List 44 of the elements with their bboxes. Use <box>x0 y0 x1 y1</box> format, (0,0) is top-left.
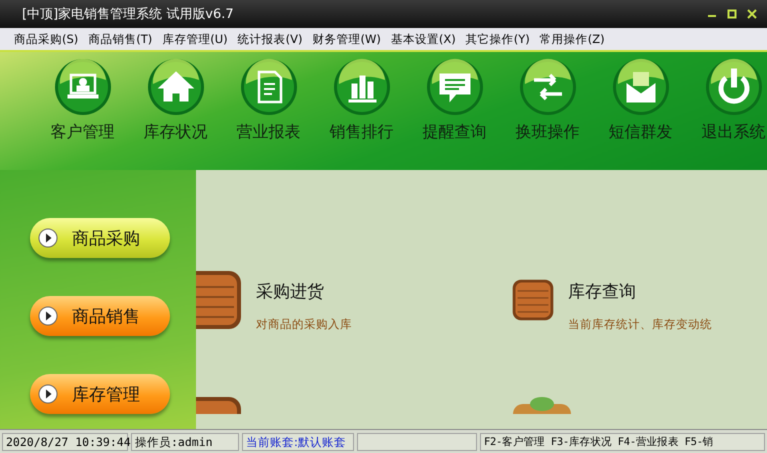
status-text: 操作员:admin <box>131 432 239 450</box>
toolbar-button[interactable]: 提醒查询 <box>410 58 499 170</box>
window-title: [中顶]家电销售管理系统 试用版v6.7 <box>22 6 234 23</box>
toolbar-button[interactable]: 库存状况 <box>131 58 220 170</box>
crate-icon <box>196 396 242 414</box>
menu-item[interactable]: 其它操作(Y) <box>466 32 530 46</box>
play-icon <box>38 306 58 326</box>
power-icon <box>704 58 762 116</box>
toolbar-button[interactable]: 客户管理 <box>38 58 127 170</box>
toolbar-button[interactable]: 换班操作 <box>503 58 592 170</box>
module-title[interactable]: 采购进货 <box>256 280 352 303</box>
toolbar-button[interactable]: 销售排行 <box>317 58 406 170</box>
menu-item[interactable]: 基本设置(X) <box>390 32 456 46</box>
house-icon <box>146 58 204 116</box>
play-icon <box>38 228 58 248</box>
status-text: 当前账套:默认账套 <box>242 432 354 450</box>
menu-item[interactable]: 财务管理(W) <box>312 32 381 46</box>
status-text: F2-客户管理 F3-库存状况 F4-营业报表 F5-销 <box>480 432 765 450</box>
monitor-person-icon <box>54 58 112 116</box>
bar-chart-icon <box>332 58 390 116</box>
maximize-icon[interactable] <box>727 9 737 19</box>
toolbar-button[interactable]: 营业报表 <box>224 58 313 170</box>
menu-item[interactable]: 统计报表(V) <box>238 32 303 46</box>
menu-item[interactable]: 常用操作(Z) <box>540 32 605 46</box>
toolbar-button[interactable]: 退出系统 <box>689 58 767 170</box>
play-icon <box>38 384 58 404</box>
basket-icon <box>512 396 572 414</box>
menu-item[interactable]: 商品销售(T) <box>88 32 152 46</box>
document-icon <box>240 58 298 116</box>
swap-arrows-icon <box>518 58 576 116</box>
sidebar-button[interactable]: 库存管理 <box>30 374 170 414</box>
close-icon[interactable] <box>747 9 757 19</box>
crate-icon <box>196 270 242 330</box>
menu-item[interactable]: 库存管理(U) <box>162 32 228 46</box>
status-text: 2020/8/27 10:39:44 <box>2 432 128 450</box>
module-description: 当前库存统计、库存变动统 <box>568 317 712 332</box>
module-title[interactable]: 库存查询 <box>568 280 712 303</box>
sidebar-button[interactable]: 商品采购 <box>30 218 170 258</box>
toolbar-button[interactable]: 短信群发 <box>596 58 685 170</box>
envelope-icon <box>612 58 670 116</box>
menu-item[interactable]: 商品采购(S) <box>14 32 78 46</box>
speech-bubble-icon <box>426 58 484 116</box>
module-description: 对商品的采购入库 <box>256 317 352 332</box>
sidebar-button[interactable]: 商品销售 <box>30 296 170 336</box>
